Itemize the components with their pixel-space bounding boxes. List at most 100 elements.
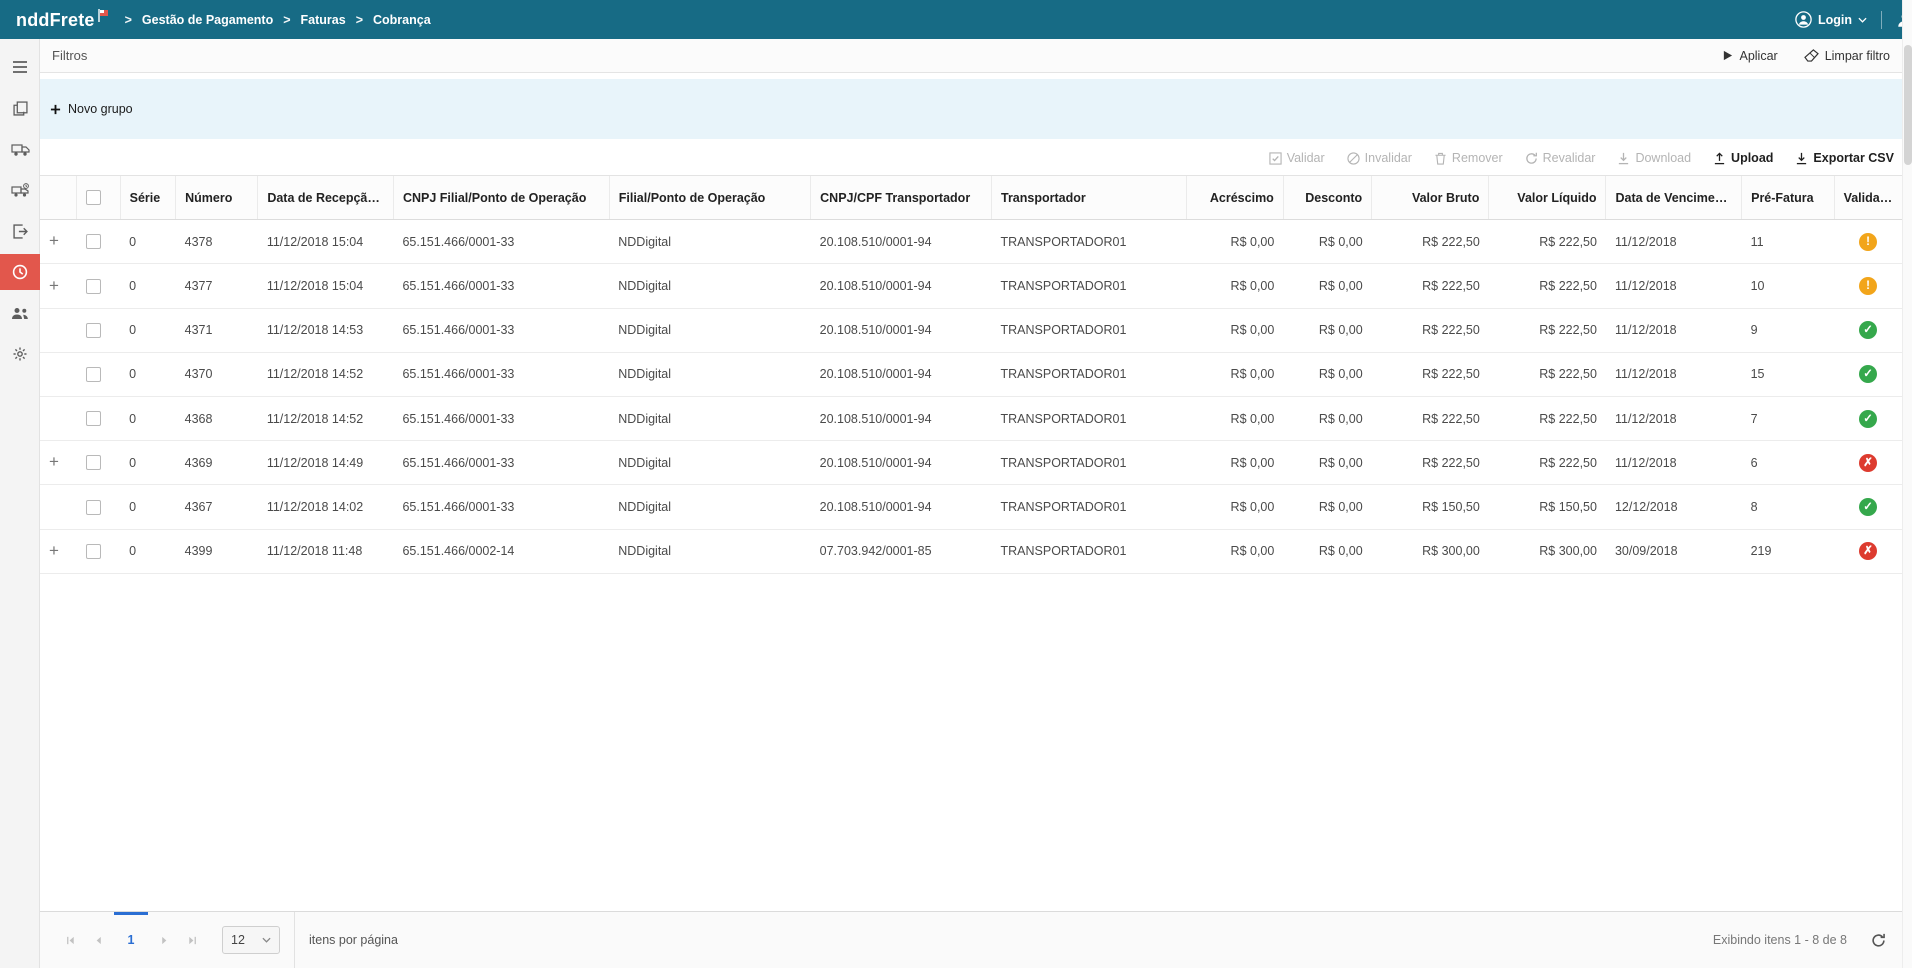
validate-button[interactable]: Validar (1269, 151, 1325, 165)
next-page-button[interactable] (150, 925, 178, 955)
items-summary: Exibindo itens 1 - 8 de 8 (1712, 933, 1847, 947)
cell-data-vencimento: 11/12/2018 (1605, 396, 1742, 442)
vertical-scrollbar[interactable] (1902, 0, 1912, 968)
scrollbar-thumb[interactable] (1904, 45, 1912, 165)
cell-valor-liquido: R$ 222,50 (1488, 308, 1606, 353)
table-row: 0 4371 11/12/2018 14:53 65.151.466/0001-… (40, 308, 1902, 353)
row-checkbox[interactable] (85, 278, 101, 294)
col-header-select-all[interactable] (76, 174, 121, 221)
row-checkbox[interactable] (85, 234, 101, 250)
cell-numero: 4369 (175, 440, 258, 486)
sidebar-item-exit[interactable] (0, 213, 40, 249)
cell-cnpj-filial: 65.151.466/0001-33 (393, 352, 610, 398)
cell-cnpj-filial: 65.151.466/0001-33 (393, 263, 610, 309)
invalidate-button[interactable]: Invalidar (1347, 151, 1412, 165)
cell-cnpj-transportador: 20.108.510/0001-94 (810, 396, 992, 442)
col-header-pre-fatura[interactable]: Pré-Fatura (1741, 174, 1835, 221)
col-header-cnpj-filial[interactable]: CNPJ Filial/Ponto de Operação (392, 174, 610, 221)
app-logo[interactable]: nddFrete (16, 8, 109, 31)
cell-serie: 0 (120, 396, 176, 442)
cell-filial: NDDigital (609, 308, 811, 353)
select-all-checkbox[interactable] (86, 190, 102, 206)
row-checkbox[interactable] (85, 499, 101, 515)
cell-cnpj-transportador: 07.703.942/0001-85 (810, 529, 992, 574)
cell-serie: 0 (120, 263, 176, 309)
col-header-valor-bruto[interactable]: Valor Bruto (1371, 174, 1489, 221)
remove-button[interactable]: Remover (1434, 151, 1503, 165)
breadcrumb-cobranca[interactable]: Cobrança (373, 13, 431, 27)
col-header-valor-liquido[interactable]: Valor Líquido (1488, 174, 1606, 221)
page-size-dropdown[interactable]: 12 (222, 926, 280, 954)
row-checkbox[interactable] (85, 367, 101, 383)
col-header-validacao[interactable]: Validação (1833, 174, 1902, 221)
col-header-label: Data de Recepção (267, 190, 376, 205)
revalidate-label: Revalidar (1542, 151, 1596, 165)
row-checkbox[interactable] (85, 411, 101, 427)
cell-filial: NDDigital (609, 484, 811, 530)
col-header-acrescimo[interactable]: Acréscimo (1186, 174, 1284, 221)
sidebar-item-settings[interactable] (0, 336, 40, 372)
col-header-numero[interactable]: Número (175, 174, 258, 221)
breadcrumb-faturas[interactable]: Faturas (301, 13, 346, 27)
expand-row-icon[interactable]: + (49, 453, 61, 470)
pager: 1 (56, 912, 206, 968)
first-page-button[interactable] (56, 925, 84, 955)
col-header-desconto[interactable]: Desconto (1282, 174, 1372, 221)
sidebar-item-fleet[interactable] (0, 131, 40, 167)
documents-icon (12, 100, 28, 116)
download-button[interactable]: Download (1617, 151, 1691, 165)
cell-cnpj-transportador: 20.108.510/0001-94 (810, 352, 992, 398)
col-header-cnpj-transportador[interactable]: CNPJ/CPF Transportador (810, 174, 992, 221)
row-checkbox[interactable] (85, 543, 101, 559)
users-icon (12, 308, 28, 319)
cell-numero: 4377 (175, 263, 258, 309)
col-header-data-vencimento[interactable]: Data de Vencimento (1605, 174, 1742, 221)
check-square-icon (1269, 151, 1282, 165)
sidebar-item-documents[interactable] (0, 90, 40, 126)
sidebar-item-users[interactable] (0, 295, 40, 331)
col-header-serie[interactable]: Série (119, 174, 176, 221)
cell-acrescimo: R$ 0,00 (1186, 396, 1284, 442)
chevron-down-icon (1858, 17, 1867, 23)
download-icon (1619, 152, 1629, 164)
sidebar-item-billing[interactable] (0, 254, 40, 290)
grid-toolbar: Validar Invalidar Remover Revalidar Down… (40, 139, 1902, 175)
billing-icon (12, 264, 28, 280)
remove-label: Remover (1451, 151, 1503, 165)
new-group-button[interactable]: Novo grupo (50, 102, 133, 116)
export-csv-button[interactable]: Exportar CSV (1795, 151, 1894, 165)
sidebar-toggle-menu[interactable] (0, 49, 40, 85)
upload-button[interactable]: Upload (1713, 151, 1773, 165)
login-button[interactable]: Login (1795, 11, 1867, 28)
table-row: + 0 4378 11/12/2018 15:04 65.151.466/000… (40, 219, 1902, 265)
cell-pre-fatura: 10 (1741, 263, 1835, 309)
row-checkbox[interactable] (85, 455, 101, 471)
breadcrumb-separator: > (124, 12, 132, 27)
cell-transportador: TRANSPORTADOR01 (991, 484, 1187, 530)
cell-data-vencimento: 11/12/2018 (1605, 263, 1742, 309)
expand-row-icon[interactable]: + (49, 232, 61, 249)
refresh-button[interactable] (1871, 933, 1886, 948)
row-checkbox[interactable] (85, 322, 101, 338)
last-page-button[interactable] (178, 925, 206, 955)
apply-filter-button[interactable]: Aplicar (1722, 49, 1778, 63)
cell-filial: NDDigital (609, 263, 811, 309)
col-header-filial[interactable]: Filial/Ponto de Operação (608, 174, 811, 221)
expand-row-icon[interactable]: + (49, 277, 61, 294)
revalidate-button[interactable]: Revalidar (1525, 151, 1596, 165)
page-number-button[interactable]: 1 (112, 912, 150, 955)
cell-desconto: R$ 0,00 (1283, 440, 1372, 486)
col-header-data-recepcao[interactable]: Data de Recepção ↓ (257, 174, 394, 221)
col-header-transportador[interactable]: Transportador (990, 174, 1187, 221)
cell-numero: 4367 (175, 484, 258, 530)
footer-right: Exibindo itens 1 - 8 de 8 (1713, 933, 1886, 948)
previous-page-button[interactable] (84, 925, 112, 955)
breadcrumb-gestao-de-pagamento[interactable]: Gestão de Pagamento (142, 13, 273, 27)
expand-row-icon[interactable]: + (49, 542, 61, 559)
cell-transportador: TRANSPORTADOR01 (991, 352, 1187, 398)
cell-pre-fatura: 15 (1741, 352, 1835, 398)
sidebar-item-shipping[interactable] (0, 172, 40, 208)
clear-filter-button[interactable]: Limpar filtro (1803, 49, 1890, 63)
topbar: nddFrete > Gestão de Pagamento > Faturas… (0, 0, 1912, 39)
cell-acrescimo: R$ 0,00 (1186, 529, 1284, 574)
